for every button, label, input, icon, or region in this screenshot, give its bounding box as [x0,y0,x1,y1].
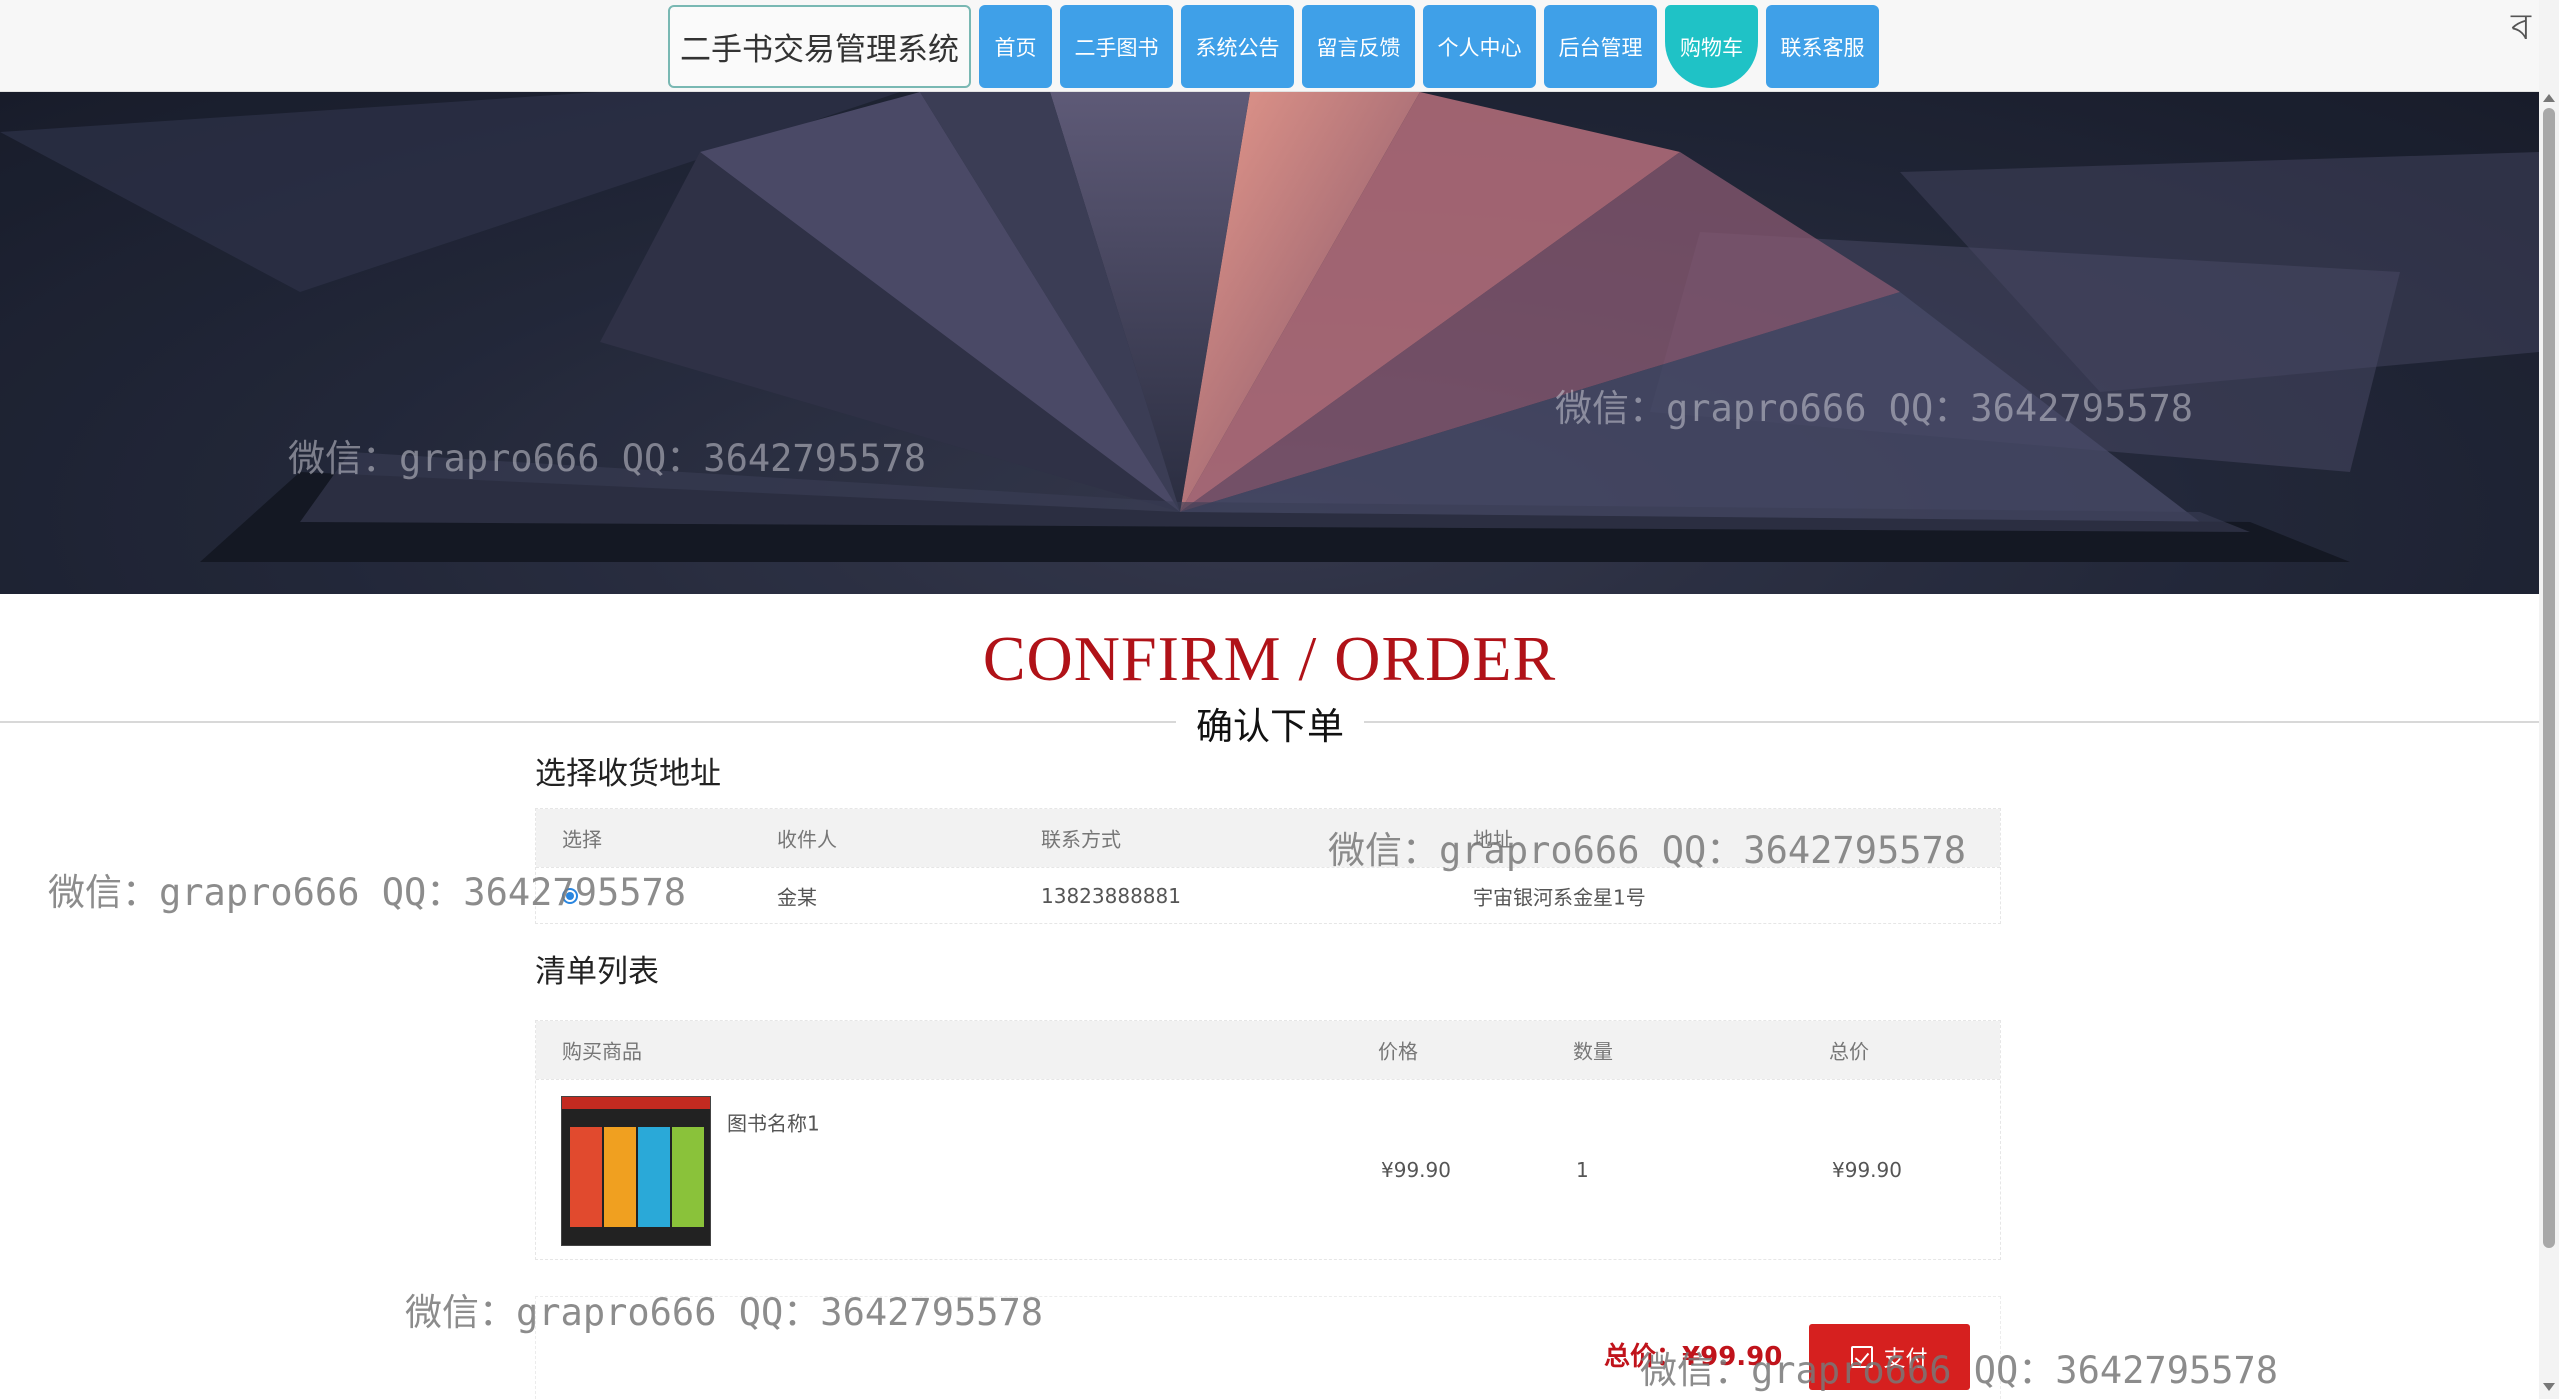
col-qty: 数量 [1573,1039,1613,1064]
book-price: ¥99.90 [1381,1157,1451,1182]
top-navbar: 二手书交易管理系统 首页 二手图书 系统公告 留言反馈 个人中心 后台管理 购物… [0,0,2539,92]
book-name[interactable]: 图书名称1 [727,1108,820,1137]
vertical-scrollbar[interactable] [2539,0,2559,1399]
col-address: 地址 [1473,827,1513,852]
pay-button[interactable]: 支付 [1809,1324,1970,1390]
book-qty: 1 [1576,1157,1589,1182]
nav-menu: 二手书交易管理系统 首页 二手图书 系统公告 留言反馈 个人中心 后台管理 购物… [668,5,1879,88]
address-table-header: 选择 收件人 联系方式 地址 [536,809,2000,867]
corner-glyph: ব [2510,7,2531,48]
cart-row: 图书名称1 ¥99.90 1 ¥99.90 [536,1079,2000,1259]
col-phone: 联系方式 [1041,827,1121,852]
total-value: ¥99.90 [1682,1342,1783,1372]
address-table: 选择 收件人 联系方式 地址 金某 13823888881 宇宙银河系金星1号 [535,808,2001,924]
nav-item-books[interactable]: 二手图书 [1060,5,1173,88]
nav-item-profile[interactable]: 个人中心 [1423,5,1536,88]
page-title-en: CONFIRM / ORDER [982,623,1557,694]
open-book-illustration [0,92,2539,594]
cart-table-header: 购买商品 价格 数量 总价 [536,1021,2000,1079]
col-recipient: 收件人 [777,827,837,852]
pay-label: 支付 [1883,1347,1928,1372]
cart-section-title: 清单列表 [535,954,659,990]
recipient-name: 金某 [777,885,817,909]
col-product: 购买商品 [562,1039,642,1064]
scroll-down-icon[interactable] [2543,1383,2555,1391]
nav-item-cart[interactable]: 购物车 [1665,5,1758,88]
nav-item-notices[interactable]: 系统公告 [1181,5,1294,88]
cart-table: 购买商品 价格 数量 总价 图书名称1 ¥99.90 1 ¥99.90 [535,1020,2001,1260]
total-label: 总价： [1604,1342,1683,1372]
order-total: 总价：¥99.90 [1604,1336,1782,1373]
nav-item-support[interactable]: 联系客服 [1766,5,1879,88]
recipient-phone: 13823888881 [1041,883,1181,908]
col-price: 价格 [1378,1039,1418,1064]
recipient-address: 宇宙银河系金星1号 [1473,885,1646,909]
address-row[interactable]: 金某 13823888881 宇宙银河系金星1号 [536,867,2000,923]
nav-item-feedback[interactable]: 留言反馈 [1302,5,1415,88]
address-radio[interactable] [562,887,578,904]
page-title-cn: 确认下单 [1176,696,1364,750]
col-subtotal: 总价 [1829,1039,1869,1064]
col-select: 选择 [562,827,602,852]
address-section-title: 选择收货地址 [535,756,721,792]
book-subtotal: ¥99.90 [1832,1157,1902,1182]
site-brand[interactable]: 二手书交易管理系统 [668,5,971,88]
nav-item-home[interactable]: 首页 [979,5,1052,88]
hero-banner [0,92,2539,594]
nav-item-admin[interactable]: 后台管理 [1544,5,1657,88]
scrollbar-thumb[interactable] [2543,108,2555,1248]
book-cover-thumbnail[interactable] [561,1096,711,1246]
checkbox-icon [1851,1346,1874,1368]
scroll-up-icon[interactable] [2543,94,2555,102]
